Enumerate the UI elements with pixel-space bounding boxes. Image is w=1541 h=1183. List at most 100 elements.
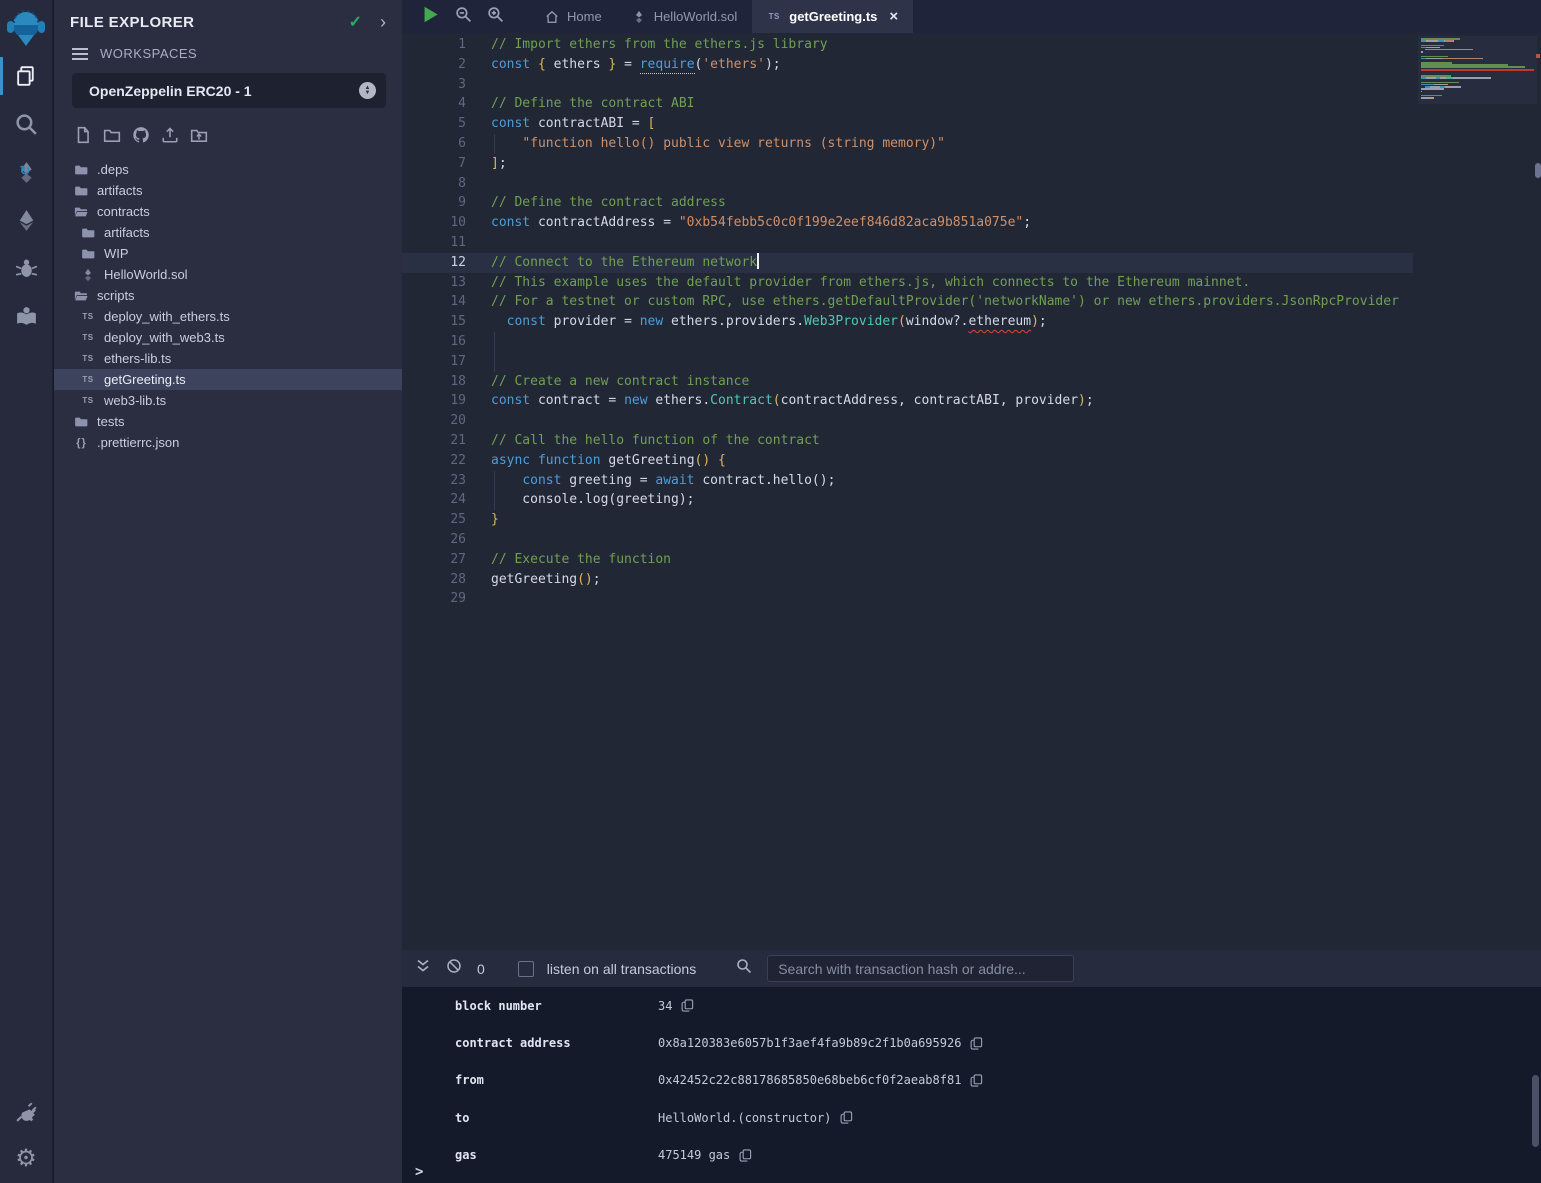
ts-file-icon: TS [81,396,95,405]
code-line[interactable]: 15 const provider = new ethers.providers… [402,312,1413,332]
code-line[interactable]: 5const contractABI = [ [402,114,1413,134]
zoom-in-icon[interactable] [487,6,504,28]
code-line[interactable]: 2const { ethers } = require('ethers'); [402,55,1413,75]
tab-home[interactable]: Home [530,0,617,33]
editor-scrollbar-thumb[interactable] [1535,163,1541,178]
zoom-out-icon[interactable] [455,6,472,28]
solidity-compiler-icon[interactable]: ↻ [0,148,53,196]
code-line[interactable]: 29 [402,589,1413,609]
file-row[interactable]: TSgetGreeting.ts [54,369,402,390]
code-text: ]; [466,154,507,174]
code-line[interactable]: 28getGreeting(); [402,570,1413,590]
code-line[interactable]: 21// Call the hello function of the cont… [402,431,1413,451]
tab-getgreeting-ts[interactable]: TSgetGreeting.ts× [752,0,913,33]
file-row[interactable]: scripts [54,285,402,306]
file-row[interactable]: TSdeploy_with_ethers.ts [54,306,402,327]
line-number: 10 [402,213,466,233]
code-line[interactable]: 6 "function hello() public view returns … [402,134,1413,154]
code-line[interactable]: 11 [402,233,1413,253]
upload-folder-icon[interactable] [190,126,208,149]
code-line[interactable]: 7]; [402,154,1413,174]
terminal-prompt[interactable]: > [415,1164,423,1180]
file-row[interactable]: { }.prettierrc.json [54,432,402,453]
file-row[interactable]: HelloWorld.sol [54,264,402,285]
debugger-icon[interactable] [0,244,53,292]
new-folder-icon[interactable] [103,126,121,149]
ts-file-icon: TS [81,312,95,321]
code-line[interactable]: 27// Execute the function [402,550,1413,570]
workspace-select[interactable]: OpenZeppelin ERC20 - 1 ▲▼ [72,73,386,108]
code-line[interactable]: 4// Define the contract ABI [402,94,1413,114]
transaction-detail-row: block number34 [402,987,1541,1024]
code-line[interactable]: 13// This example uses the default provi… [402,273,1413,293]
code-line[interactable]: 23 const greeting = await contract.hello… [402,471,1413,491]
terminal-search-input[interactable] [767,955,1074,982]
file-row[interactable]: contracts [54,201,402,222]
close-tab-icon[interactable]: × [889,8,898,25]
run-script-button[interactable] [421,5,440,29]
file-row[interactable]: .deps [54,159,402,180]
deploy-run-icon[interactable] [0,196,53,244]
copy-icon[interactable] [970,1037,983,1050]
code-line[interactable]: 24 console.log(greeting); [402,490,1413,510]
chevron-right-icon[interactable]: › [380,13,386,31]
code-line[interactable]: 14// For a testnet or custom RPC, use et… [402,292,1413,312]
ts-file-icon: TS [81,333,95,342]
code-line[interactable]: 25} [402,510,1413,530]
code-text [466,530,491,550]
file-explorer-icon[interactable] [0,52,53,100]
copy-icon[interactable] [681,999,694,1012]
code-line[interactable]: 1// Import ethers from the ethers.js lib… [402,35,1413,55]
clear-console-icon[interactable] [446,958,462,979]
minimap[interactable] [1418,36,1537,104]
file-row[interactable]: artifacts [54,180,402,201]
copy-icon[interactable] [970,1074,983,1087]
plug-icon[interactable] [0,1087,53,1135]
solidity-icon [632,10,646,24]
file-name: web3-lib.ts [104,393,166,408]
line-number: 12 [402,253,466,273]
line-number: 21 [402,431,466,451]
settings-icon[interactable]: ⚙ [0,1135,53,1183]
code-line[interactable]: 20 [402,411,1413,431]
code-line[interactable]: 22async function getGreeting() { [402,451,1413,471]
new-file-icon[interactable] [74,126,92,149]
upload-file-icon[interactable] [161,126,179,149]
collapse-terminal-icon[interactable] [415,958,431,979]
code-line[interactable]: 19const contract = new ethers.Contract(c… [402,391,1413,411]
file-row[interactable]: tests [54,411,402,432]
code-text: const contractAddress = "0xb54febb5c0c0f… [466,213,1031,233]
file-row[interactable]: TSethers-lib.ts [54,348,402,369]
code-text [466,233,491,253]
code-line[interactable]: 8 [402,174,1413,194]
copy-icon[interactable] [840,1111,853,1124]
editor-topbar: HomeHelloWorld.solTSgetGreeting.ts× [402,0,1541,33]
file-row[interactable]: WIP [54,243,402,264]
listen-transactions-label[interactable]: listen on all transactions [547,961,696,977]
file-row[interactable]: artifacts [54,222,402,243]
accept-check-icon[interactable]: ✓ [349,12,362,32]
code-line[interactable]: 3 [402,75,1413,95]
code-line[interactable]: 26 [402,530,1413,550]
code-line[interactable]: 9// Define the contract address [402,193,1413,213]
line-number: 11 [402,233,466,253]
github-icon[interactable] [132,126,150,149]
code-line[interactable]: 16 [402,332,1413,352]
code-line[interactable]: 18// Create a new contract instance [402,372,1413,392]
remix-logo-icon[interactable] [4,6,48,52]
copy-icon[interactable] [739,1149,752,1162]
code-editor[interactable]: 1// Import ethers from the ethers.js lib… [402,33,1413,950]
workspaces-menu-icon[interactable] [72,48,88,60]
search-icon[interactable] [0,100,53,148]
file-row[interactable]: TSdeploy_with_web3.ts [54,327,402,348]
book-icon[interactable] [0,292,53,340]
code-line[interactable]: 12// Connect to the Ethereum network [402,253,1413,273]
listen-transactions-checkbox[interactable] [518,961,534,977]
tab-helloworld-sol[interactable]: HelloWorld.sol [617,0,753,33]
code-line[interactable]: 17 [402,352,1413,372]
file-row[interactable]: TS web3-lib.ts [54,390,402,411]
code-line[interactable]: 10const contractAddress = "0xb54febb5c0c… [402,213,1413,233]
workspace-stepper-icon[interactable]: ▲▼ [359,82,376,99]
terminal-scrollbar-thumb[interactable] [1532,1075,1539,1147]
code-text [466,174,491,194]
